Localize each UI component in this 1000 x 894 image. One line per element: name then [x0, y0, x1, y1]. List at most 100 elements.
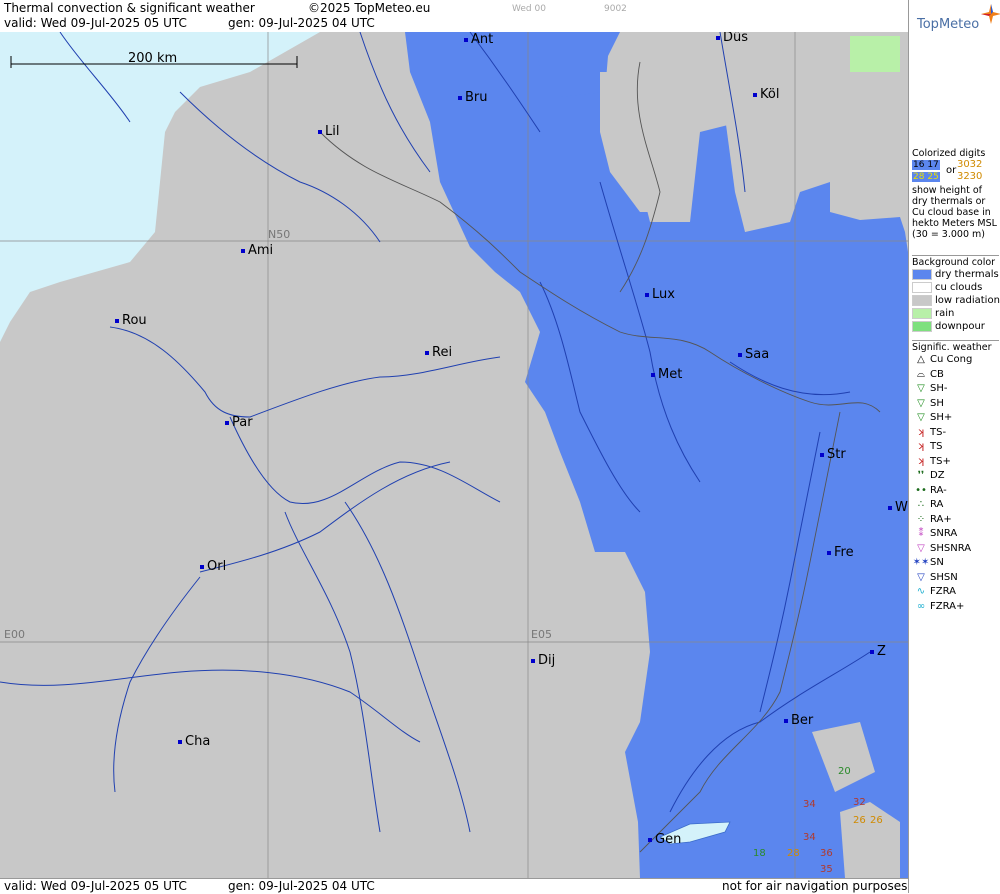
city-ami[interactable]: Ami: [241, 243, 273, 258]
city-dus[interactable]: Düs: [716, 32, 748, 45]
legend-sig-item: △ Cu Cong: [912, 353, 999, 368]
sea-area: [0, 32, 320, 342]
city-label: Par: [232, 415, 253, 430]
city-label: Rou: [122, 313, 147, 328]
topmeteo-logo[interactable]: TopMeteo: [915, 4, 1000, 34]
legend-description-note: (30 = 3.000 m): [912, 229, 985, 240]
city-label: Fre: [834, 545, 854, 560]
legend-sig-label: TS: [930, 441, 943, 452]
city-cha[interactable]: Cha: [178, 734, 210, 749]
city-dij[interactable]: Dij: [531, 653, 555, 668]
city-label: Z: [877, 644, 886, 659]
scale-bar: 200 km: [10, 51, 298, 68]
header-bar: Thermal convection & significant weather…: [0, 0, 908, 33]
legend-bg-label: downpour: [935, 321, 985, 332]
rain-light-icon: ••: [915, 484, 927, 496]
city-str[interactable]: Str: [820, 447, 846, 462]
city-label: Gen: [655, 832, 682, 847]
legend-bg-label: low radiation: [935, 295, 1000, 306]
legend-sig-label: FZRA+: [930, 600, 965, 612]
city-marker: [318, 129, 322, 134]
background-color-legend: Background color dry thermals cu clouds …: [912, 255, 1000, 333]
copyright: ©2025 TopMeteo.eu: [308, 1, 431, 15]
swatch-dry-thermals: [912, 268, 932, 280]
legend-example-1: 16 17: [912, 160, 940, 170]
city-gen[interactable]: Gen: [648, 832, 681, 847]
height-digit: 20: [838, 766, 851, 777]
legend-sig-item: ▽ SH: [912, 397, 999, 412]
city-ber[interactable]: Ber: [784, 713, 813, 728]
disclaimer: not for air navigation purposes: [722, 879, 908, 893]
city-rei[interactable]: Rei: [425, 345, 452, 360]
legend-bg-item: rain: [912, 307, 999, 320]
legend-sig-item: ʞ TS-: [912, 426, 999, 441]
city-marker: [716, 35, 720, 40]
cu-cong-icon: △: [917, 354, 925, 365]
legend-sig-label: SH+: [930, 412, 953, 423]
height-digit: 32: [853, 797, 866, 808]
drizzle-icon: ❜❜: [917, 470, 925, 481]
city-label: Düs: [723, 32, 749, 45]
city-par[interactable]: Par: [225, 415, 253, 430]
city-marker: [784, 718, 788, 723]
city-met[interactable]: Met: [651, 367, 682, 382]
city-label: Met: [658, 367, 683, 382]
scale-bar-label: 200 km: [128, 51, 178, 66]
city-label: Str: [827, 447, 846, 462]
legend-bg-item: cu clouds: [912, 281, 999, 294]
city-label: Bru: [465, 90, 488, 105]
city-saa[interactable]: Saa: [738, 347, 769, 362]
footer-bar: valid: Wed 09-Jul-2025 05 UTC gen: 09-Ju…: [0, 878, 908, 894]
legend-sig-item: ⁘ RA+: [912, 513, 999, 528]
city-fre[interactable]: Fre: [827, 545, 854, 560]
city-marker: [827, 550, 831, 555]
legend-sig-label: TS-: [930, 426, 947, 438]
legend-bg-title: Background color: [912, 255, 999, 268]
swatch-cu-clouds: [912, 281, 932, 293]
city-z[interactable]: Z: [870, 644, 886, 659]
swatch-low-radiation: [912, 294, 932, 306]
city-marker: [870, 649, 874, 654]
snow-icon: ✶✶: [912, 557, 930, 568]
weather-map[interactable]: 200 km N50 E00 E05 Ant Düs Bru Köl Lil A…: [0, 32, 908, 878]
legend-sig-label: SN: [930, 557, 944, 568]
city-bru[interactable]: Bru: [458, 90, 488, 105]
city-marker: [645, 292, 649, 297]
city-rou[interactable]: Rou: [115, 313, 147, 328]
city-marker: [458, 95, 462, 100]
city-kol[interactable]: Köl: [753, 87, 779, 102]
city-label: Ami: [248, 243, 274, 258]
legend-panel: TopMeteo Colorized digits 16 17 3032 or …: [908, 0, 1000, 893]
thunder-light-icon: ʞ: [917, 426, 925, 438]
city-label: Saa: [745, 347, 770, 362]
city-lux[interactable]: Lux: [645, 287, 675, 302]
logo-text: TopMeteo: [917, 17, 980, 32]
height-digit: 18: [753, 848, 766, 859]
city-lil[interactable]: Lil: [318, 124, 339, 139]
legend-bg-item: downpour: [912, 320, 999, 333]
legend-example-4: 3230: [956, 171, 983, 182]
legend-bg-label: dry thermals: [935, 269, 999, 280]
legend-sig-label: SH: [930, 397, 944, 409]
city-label: Dij: [538, 653, 556, 668]
city-marker: [115, 318, 119, 323]
legend-sig-label: TS+: [930, 455, 951, 467]
city-marker: [225, 420, 229, 425]
legend-sig-label: SNRA: [930, 528, 958, 539]
freezing-rain-heavy-icon: ∞: [916, 600, 926, 612]
city-ant[interactable]: Ant: [464, 32, 493, 47]
legend-sig-title: Signific. weather: [912, 340, 999, 353]
compass-star-icon: [981, 4, 1000, 24]
city-marker: [651, 372, 655, 377]
legend-sig-label: CB: [930, 368, 944, 380]
legend-sig-item: ✶✶SN: [912, 556, 999, 571]
city-marker: [200, 564, 204, 569]
legend-sig-item: ∴ RA: [912, 498, 999, 513]
low-radiation-patch-3: [790, 32, 855, 87]
city-orl[interactable]: Orl: [200, 559, 226, 574]
valid-time: valid: Wed 09-Jul-2025 05 UTC: [4, 16, 187, 30]
city-w[interactable]: W: [888, 500, 908, 515]
legend-sig-item: ▽ SHSN: [912, 571, 999, 586]
shower-light-icon: ▽: [917, 383, 925, 394]
legend-sig-item: ▽ SHSNRA: [912, 542, 999, 557]
